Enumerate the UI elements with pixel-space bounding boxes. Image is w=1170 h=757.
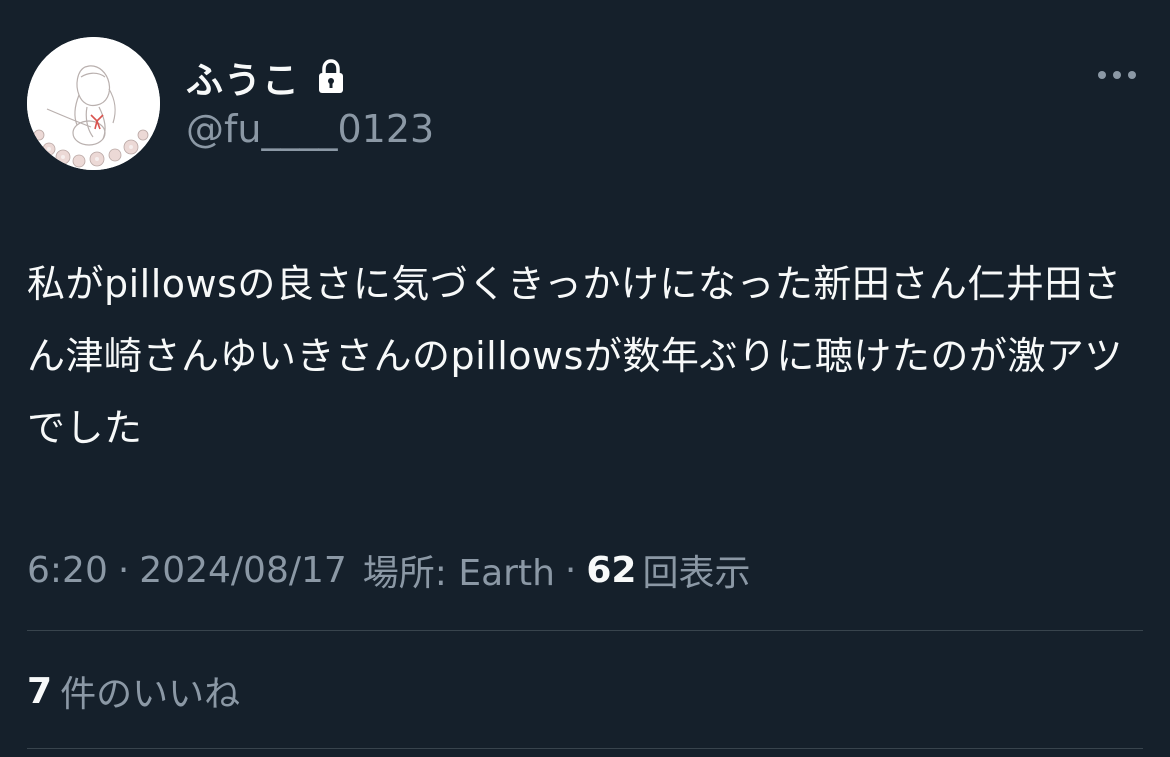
tweet-time[interactable]: 6:20 [27, 550, 108, 591]
avatar[interactable] [27, 37, 160, 170]
avatar-illustration [27, 37, 160, 170]
lock-icon [316, 59, 346, 95]
views-count: 62 [586, 549, 637, 591]
divider [27, 748, 1143, 749]
likes-link[interactable]: 7 件のいいね [27, 666, 240, 716]
author-handle[interactable]: @fu____0123 [186, 107, 434, 151]
tweet-detail: ふうこ @fu____0123 私がpillowsの良さに気づくきっかけになった… [0, 0, 1170, 757]
meta-separator: · [117, 549, 130, 591]
display-name[interactable]: ふうこ [186, 50, 300, 104]
meta-separator: · [564, 549, 577, 591]
likes-label: 件のいいね [60, 674, 241, 715]
tweet-date[interactable]: 2024/08/17 [139, 550, 347, 591]
more-horizontal-icon[interactable] [1092, 60, 1142, 90]
tweet-text: 私がpillowsの良さに気づくきっかけになった新田さん仁井田さん津崎さんゆいき… [27, 262, 1123, 450]
author-row: ふうこ [186, 52, 346, 102]
divider [27, 630, 1143, 631]
tweet-meta: 6:20 · 2024/08/17 場所: Earth · 62 回表示 [27, 544, 751, 596]
views-label: 回表示 [642, 553, 751, 594]
likes-count: 7 [27, 670, 53, 712]
tweet-location: 場所: Earth [362, 553, 555, 594]
